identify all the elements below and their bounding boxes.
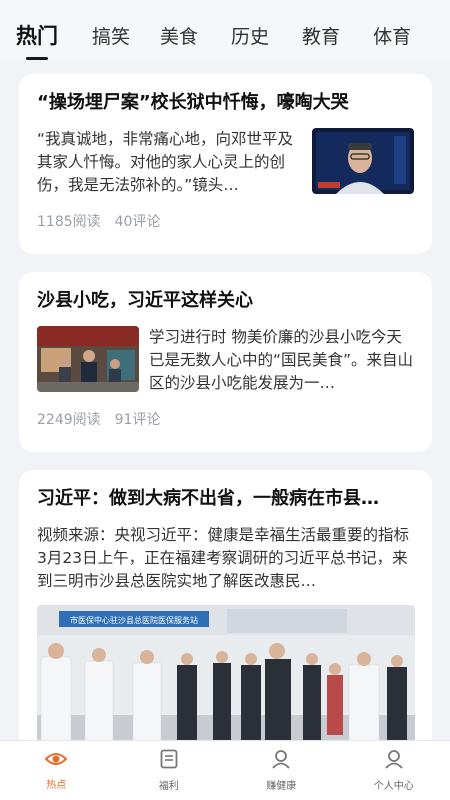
person-icon	[271, 749, 291, 773]
eye-icon	[44, 750, 68, 772]
article-card[interactable]: 沙县小吃，习近平这样关心 学习进行时 物美价廉的沙县小吃今天已是无数人心中的“国…	[19, 272, 432, 452]
read-count: 2249阅读	[37, 412, 101, 428]
article-card[interactable]: “操场埋尸案”校长狱中忏悔，嚎啕大哭 “我真诚地，非常痛心地，向邓世平及其家人忏…	[19, 74, 432, 254]
tab-education[interactable]: 教育	[302, 22, 340, 49]
nav-item-profile[interactable]: 个人中心	[338, 741, 450, 800]
article-meta: 2249阅读 91评论	[37, 409, 414, 429]
article-title[interactable]: 沙县小吃，习近平这样关心	[37, 288, 414, 314]
article-excerpt: 学习进行时 物美价廉的沙县小吃今天已是无数人心中的“国民美食”。来自山区的沙县小…	[149, 328, 414, 392]
tab-sports[interactable]: 体育	[373, 22, 411, 49]
category-tabs: 热门 搞笑 美食 历史 教育 体育	[0, 10, 450, 60]
article-feed: “操场埋尸案”校长狱中忏悔，嚎啕大哭 “我真诚地，非常痛心地，向邓世平及其家人忏…	[0, 72, 450, 740]
photo-sign: 市医保中心驻沙县总医院医保服务站	[70, 615, 198, 625]
nav-item-label: 赚健康	[266, 781, 297, 792]
article-photo[interactable]: 市医保中心驻沙县总医院医保服务站	[37, 605, 415, 740]
nav-item-label: 热点	[46, 780, 67, 791]
article-excerpt: 视频来源：央视习近平：健康是幸福生活最重要的指标3月23日上午，正在福建考察调研…	[37, 526, 410, 590]
article-thumbnail[interactable]	[312, 128, 414, 194]
person-icon	[384, 749, 404, 773]
nav-item-earn-health[interactable]: 赚健康	[225, 741, 338, 800]
comment-count: 91评论	[114, 412, 161, 428]
nav-item-welfare[interactable]: 福利	[113, 741, 226, 800]
article-title[interactable]: 习近平：做到大病不出省，一般病在市县…	[37, 486, 414, 512]
nav-item-label: 个人中心	[373, 781, 414, 792]
bottom-navigation: 热点 福利 赚健康 个人中心	[0, 740, 450, 800]
tab-funny[interactable]: 搞笑	[92, 22, 130, 49]
article-title[interactable]: “操场埋尸案”校长狱中忏悔，嚎啕大哭	[37, 90, 414, 116]
status-bar	[0, 0, 450, 10]
article-meta: 1185阅读 40评论	[37, 211, 414, 231]
article-card[interactable]: 习近平：做到大病不出省，一般病在市县… 视频来源：央视习近平：健康是幸福生活最重…	[19, 470, 432, 740]
nav-item-label: 福利	[158, 781, 179, 792]
document-icon	[160, 749, 178, 773]
article-excerpt: “我真诚地，非常痛心地，向邓世平及其家人忏悔。对他的家人心灵上的创伤，我是无法弥…	[37, 130, 294, 194]
comment-count: 40评论	[114, 214, 161, 230]
read-count: 1185阅读	[37, 214, 101, 230]
tab-hot[interactable]: 热门	[16, 20, 58, 50]
tab-food[interactable]: 美食	[160, 22, 198, 49]
article-thumbnail[interactable]	[37, 326, 139, 392]
tab-history[interactable]: 历史	[231, 22, 269, 49]
nav-item-hot[interactable]: 热点	[0, 741, 113, 800]
